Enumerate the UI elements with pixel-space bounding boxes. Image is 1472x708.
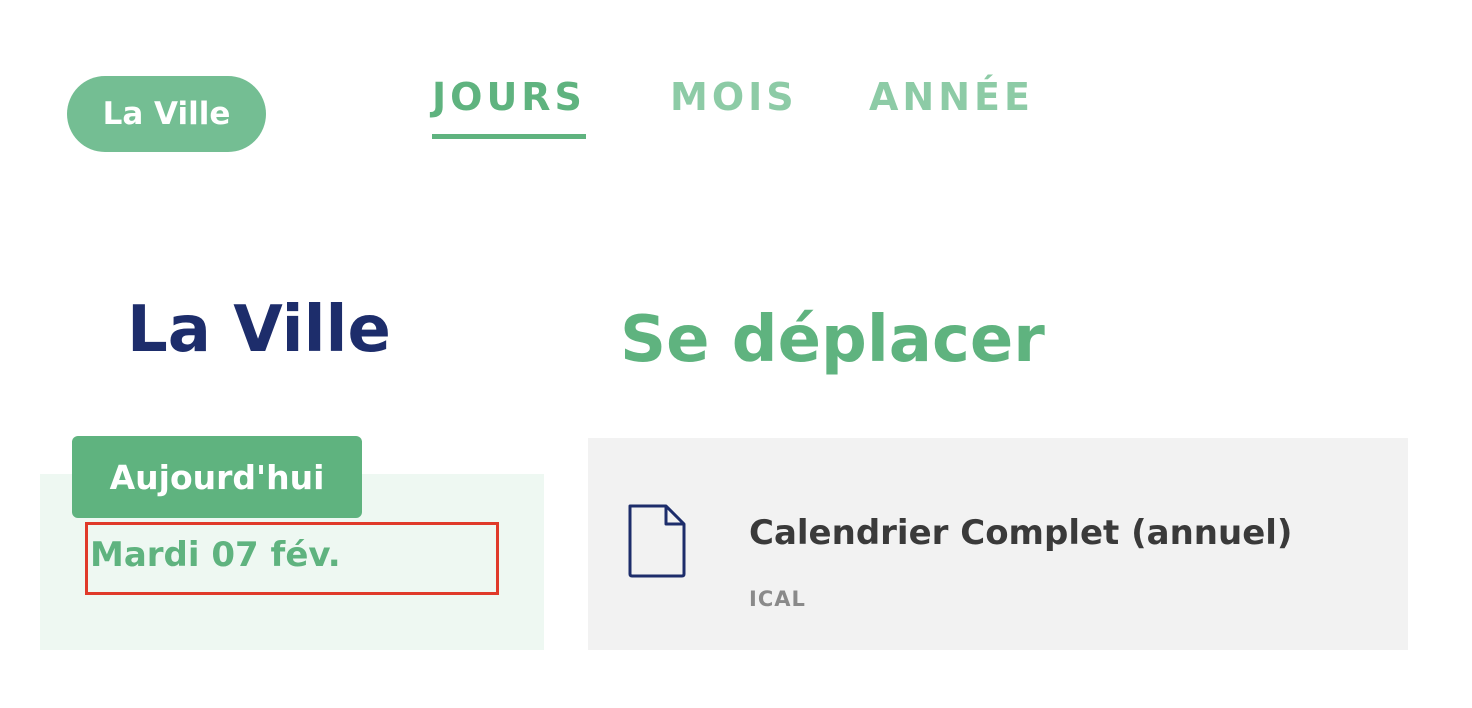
tab-jours[interactable]: JOURS	[432, 70, 586, 139]
period-tabs: JOURS MOIS ANNÉE	[0, 70, 1200, 142]
calendar-file-type: ICAL	[749, 587, 806, 611]
tab-mois[interactable]: MOIS	[670, 70, 798, 126]
today-badge: Aujourd'hui	[72, 436, 362, 518]
file-icon	[628, 504, 686, 578]
tab-annee[interactable]: ANNÉE	[869, 70, 1034, 126]
calendar-download-title[interactable]: Calendrier Complet (annuel)	[749, 508, 1292, 558]
section-heading: Se déplacer	[620, 303, 1045, 378]
today-date: Mardi 07 fév.	[90, 535, 341, 575]
city-heading: La Ville	[127, 292, 391, 367]
